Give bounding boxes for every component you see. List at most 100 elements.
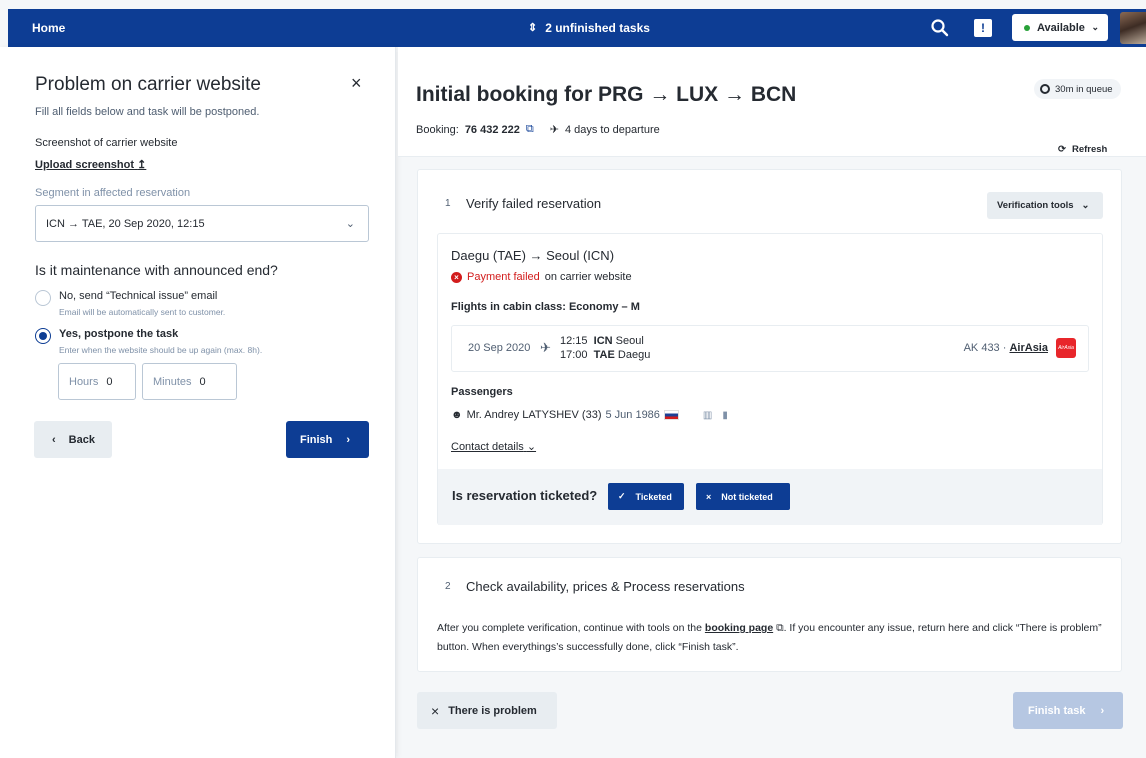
external-link-icon[interactable]: ⧉ [776, 622, 784, 634]
step2-instructions: After you complete verification, continu… [437, 619, 1107, 657]
finish-task-label: Finish task [1028, 704, 1086, 717]
maintenance-question: Is it maintenance with announced end? [35, 262, 278, 278]
minutes-value: 0 [199, 375, 206, 388]
feedback-icon[interactable]: ! [974, 19, 992, 37]
ticketed-label: Ticketed [635, 491, 672, 502]
home-link[interactable]: Home [32, 21, 65, 35]
booking-meta: Booking: 76 432 222 ⧉ ✈ 4 days to depart… [416, 123, 660, 136]
finish-label: Finish [300, 433, 333, 446]
refresh-label: Refresh [1071, 144, 1108, 155]
radio-postpone[interactable] [35, 328, 51, 344]
chevron-right-icon: › [346, 433, 351, 446]
flight-date: 20 Sep 2020 [468, 342, 531, 354]
passenger-row: ☻ Mr. Andrey LATYSHEV (33) 5 Jun 1986 ▥▮ [451, 409, 738, 421]
flight-number: AK 433 · [963, 342, 1007, 354]
booking-number-link[interactable]: 76 432 222 [465, 124, 520, 136]
option-technical-issue-label[interactable]: No, send “Technical issue” email [59, 290, 217, 302]
ticketed-row: Is reservation ticketed? ✓ Ticketed × No… [438, 469, 1102, 525]
baggage-icons: ▥▮ [702, 409, 738, 421]
external-link-icon[interactable]: ⧉ [526, 123, 534, 136]
verify-reservation-card: 1 Verify failed reservation Verification… [417, 169, 1122, 544]
chevron-right-icon: › [1100, 704, 1105, 717]
step-number: 2 [445, 581, 451, 592]
chevron-down-icon: ⌄ [526, 441, 537, 453]
chevron-left-icon: ‹ [52, 433, 56, 446]
segment-select[interactable]: ICN → TAE, 20 Sep 2020, 12:15 ⌄ [35, 205, 369, 242]
dep-city: Seoul [615, 335, 644, 347]
reservation-detail: Daegu (TAE) → Seoul (ICN) × Payment fail… [437, 233, 1103, 525]
back-button[interactable]: ‹ Back [34, 421, 112, 458]
arr-time: 17:00 [560, 349, 588, 361]
error-icon: × [451, 271, 462, 283]
status-label: Available [1037, 21, 1085, 34]
status-dropdown[interactable]: Available ⌄ [1012, 14, 1108, 41]
ticketed-question: Is reservation ticketed? [452, 488, 598, 503]
booking-header: Initial booking for PRG → LUX → BCN Book… [398, 47, 1146, 157]
arr-city: Daegu [617, 349, 651, 361]
chevron-up-down-icon: ⇕ [528, 22, 538, 34]
unfinished-tasks-toggle[interactable]: ⇕ 2 unfinished tasks [528, 21, 650, 35]
step-title: Verify failed reservation [466, 196, 602, 211]
option-postpone-help: Enter when the website should be up agai… [59, 345, 263, 355]
check-icon: ✓ [618, 491, 626, 501]
radio-technical-issue[interactable] [35, 290, 51, 306]
avatar[interactable] [1120, 12, 1146, 44]
passenger-name: Mr. Andrey LATYSHEV (33) [466, 409, 602, 421]
segment-label: Segment in affected reservation [35, 187, 191, 199]
there-is-problem-label: There is problem [448, 704, 537, 717]
cabin-class: Flights in cabin class: Economy – M [451, 301, 640, 313]
there-is-problem-button[interactable]: × There is problem [417, 692, 557, 729]
page-title: Initial booking for PRG → LUX → BCN [416, 83, 797, 106]
upload-screenshot-link[interactable]: Upload screenshot ↥ [35, 158, 146, 171]
booking-label: Booking: [416, 123, 459, 136]
screenshot-label: Screenshot of carrier website [35, 137, 178, 149]
refresh-button[interactable]: ⟳ Refresh [1058, 144, 1107, 155]
queue-label: 30m in queue [1055, 83, 1113, 95]
payment-failed-label: Payment failed [467, 271, 540, 283]
panel-title: Problem on carrier website [35, 74, 261, 95]
status-dot-icon [1024, 24, 1030, 31]
departure-info: 4 days to departure [564, 123, 660, 136]
top-bar: Home ⇕ 2 unfinished tasks ! Available ⌄ [8, 9, 1146, 47]
chevron-down-icon: ⌄ [1091, 22, 1099, 32]
refresh-icon: ⟳ [1058, 144, 1066, 155]
dep-code: ICN [593, 335, 613, 347]
finish-button[interactable]: Finish › [286, 421, 369, 458]
minutes-label: Minutes [153, 375, 192, 388]
upload-icon: ↥ [137, 159, 147, 171]
not-ticketed-label: Not ticketed [721, 491, 773, 502]
passenger-icon: ☻ [451, 409, 463, 421]
contact-details-label: Contact details [451, 441, 524, 453]
chevron-down-icon: ⌄ [1081, 200, 1090, 211]
verification-tools-label: Verification tools [997, 200, 1074, 211]
departure-plane-icon: ✈ [549, 124, 559, 136]
verification-tools-dropdown[interactable]: Verification tools ⌄ [987, 192, 1103, 219]
reservation-route: Daegu (TAE) → Seoul (ICN) [451, 248, 615, 263]
finish-task-button[interactable]: Finish task › [1013, 692, 1123, 729]
minutes-input[interactable]: Minutes 0 [142, 363, 237, 400]
passengers-heading: Passengers [451, 386, 513, 398]
ticketed-button[interactable]: ✓ Ticketed [608, 483, 684, 510]
not-ticketed-button[interactable]: × Not ticketed [696, 483, 790, 510]
dep-time: 12:15 [560, 335, 588, 347]
close-icon[interactable]: × [351, 73, 362, 94]
close-icon: × [431, 702, 440, 719]
contact-details-toggle[interactable]: Contact details ⌄ [451, 440, 536, 453]
carrier-link[interactable]: AirAsia [1009, 342, 1048, 354]
close-icon: × [706, 491, 712, 502]
payment-status: × Payment failed on carrier website [451, 271, 632, 283]
payment-failed-rest: on carrier website [544, 271, 632, 283]
back-label: Back [68, 433, 95, 446]
step-number: 1 [445, 198, 451, 209]
russia-flag-icon [663, 410, 679, 420]
hours-label: Hours [69, 375, 99, 388]
segment-value: ICN → TAE, 20 Sep 2020, 12:15 [46, 217, 205, 230]
option-postpone-label[interactable]: Yes, postpone the task [59, 328, 178, 340]
carrier-info: AK 433 · AirAsia [964, 342, 1048, 354]
hours-input[interactable]: Hours 0 [58, 363, 136, 400]
booking-page-link[interactable]: booking page [705, 622, 773, 634]
process-reservations-card: 2 Check availability, prices & Process r… [417, 557, 1122, 672]
chevron-down-icon: ⌄ [345, 218, 355, 230]
upload-screenshot-label: Upload screenshot [35, 159, 135, 171]
search-icon[interactable] [930, 18, 950, 38]
